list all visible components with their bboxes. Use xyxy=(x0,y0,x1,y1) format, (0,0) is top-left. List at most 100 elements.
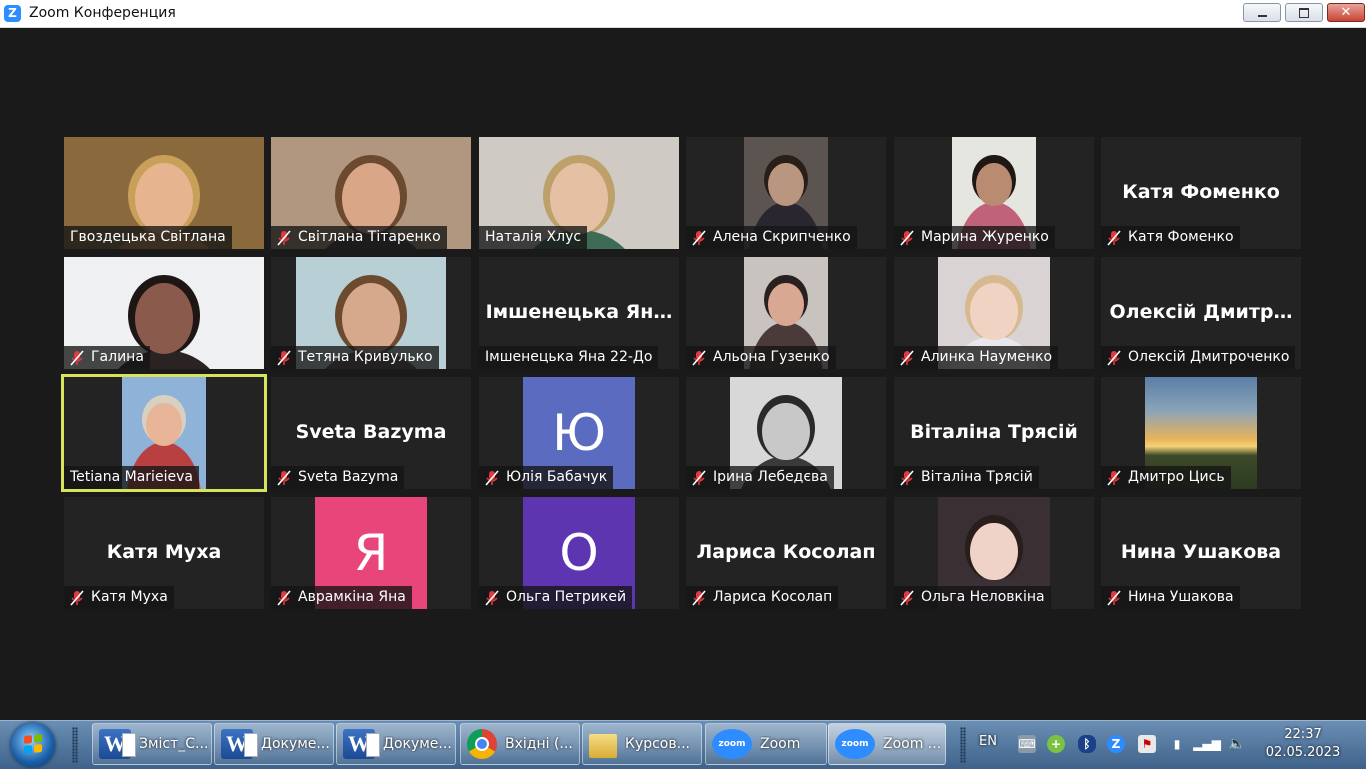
participant-name-tag: Імшенецька Яна 22-До xyxy=(479,346,659,369)
muted-mic-icon xyxy=(485,589,499,606)
participant-tile[interactable]: Віталіна Трясій Віталіна Трясій xyxy=(894,377,1094,489)
muted-mic-icon xyxy=(1107,589,1121,606)
taskbar-button-label: Zoom ... xyxy=(883,736,942,752)
taskbar-button[interactable]: Курсов... xyxy=(582,723,702,765)
participant-tile[interactable]: Тетяна Кривулько xyxy=(271,257,471,369)
participant-display-name: Імшенецька Ян… xyxy=(485,301,673,323)
participant-tile[interactable]: Гвоздецька Світлана xyxy=(64,137,264,249)
participant-tile[interactable]: Лариса Косолап Лариса Косолап xyxy=(686,497,886,609)
minimize-button[interactable] xyxy=(1243,3,1281,22)
participant-tile[interactable]: Імшенецька Ян… Імшенецька Яна 22-До xyxy=(479,257,679,369)
keyboard-icon[interactable]: ⌨ xyxy=(1018,735,1036,753)
muted-mic-icon xyxy=(900,469,914,486)
taskbar-button-label: Zoom xyxy=(760,736,801,752)
face-shape xyxy=(342,283,400,354)
face-shape xyxy=(135,163,193,234)
participant-tile[interactable]: Світлана Тітаренко xyxy=(271,137,471,249)
taskbar-button[interactable]: W Докуме... xyxy=(214,723,334,765)
face-shape xyxy=(146,403,182,447)
participant-tile[interactable]: Sveta Bazyma Sveta Bazyma xyxy=(271,377,471,489)
participant-tile[interactable]: Наталія Хлус xyxy=(479,137,679,249)
taskbar-grip[interactable] xyxy=(72,727,78,763)
taskbar: W Зміст_С... W Докуме... W Докуме... Вхідні (.… xyxy=(0,720,1366,769)
participant-name: Ольга Неловкіна xyxy=(921,589,1045,605)
participant-tile[interactable]: Ірина Лебедєва xyxy=(686,377,886,489)
muted-mic-icon xyxy=(692,589,706,606)
zoom-icon: zoom xyxy=(835,729,875,759)
muted-mic-icon xyxy=(70,349,84,366)
window-title: Zoom Конференция xyxy=(29,5,176,21)
participant-tile[interactable]: Алена Скрипченко xyxy=(686,137,886,249)
participant-name: Sveta Bazyma xyxy=(298,469,399,485)
participant-tile[interactable]: О Ольга Петрикей xyxy=(479,497,679,609)
volume-icon[interactable]: 🔈 xyxy=(1228,735,1246,753)
taskbar-button[interactable]: W Докуме... xyxy=(336,723,456,765)
action-center-icon[interactable]: ⚑ xyxy=(1138,735,1156,753)
maximize-icon xyxy=(1299,7,1309,18)
participant-tile[interactable]: Олексій Дмитр… Олексій Дмитроченко xyxy=(1101,257,1301,369)
participant-name: Лариса Косолап xyxy=(713,589,833,605)
participant-tile[interactable]: Нина Ушакова Нина Ушакова xyxy=(1101,497,1301,609)
power-icon[interactable]: ▮ xyxy=(1168,735,1186,753)
participant-name: Тетяна Кривулько xyxy=(298,349,433,365)
tray-grip[interactable] xyxy=(960,727,966,763)
word-icon: W xyxy=(99,729,136,759)
muted-mic-icon xyxy=(277,589,291,606)
face-shape xyxy=(768,283,804,327)
participant-display-name: Олексій Дмитр… xyxy=(1109,301,1293,323)
muted-mic-icon xyxy=(1107,349,1121,366)
zoom-tray-icon[interactable]: Z xyxy=(1107,735,1125,753)
participant-tile[interactable]: Я Аврамкіна Яна xyxy=(271,497,471,609)
participant-tile[interactable]: Марина Журенко xyxy=(894,137,1094,249)
participant-display-name: Лариса Косолап xyxy=(696,541,876,563)
taskbar-button[interactable]: Вхідні (... xyxy=(460,723,580,765)
language-indicator[interactable]: EN xyxy=(979,734,997,749)
taskbar-button[interactable]: W Зміст_С... xyxy=(92,723,212,765)
participant-name: Катя Муха xyxy=(91,589,168,605)
participant-tile[interactable]: Галина xyxy=(64,257,264,369)
participant-tile[interactable]: Катя Фоменко Катя Фоменко xyxy=(1101,137,1301,249)
participant-name-tag: Світлана Тітаренко xyxy=(271,226,447,249)
participant-tile[interactable]: Алинка Науменко xyxy=(894,257,1094,369)
participant-name-tag: Ірина Лебедєва xyxy=(686,466,834,489)
muted-mic-icon xyxy=(692,229,706,246)
signal-icon[interactable]: ▂▄▆ xyxy=(1193,735,1221,753)
close-button[interactable]: ✕ xyxy=(1327,3,1365,22)
taskbar-button-label: Докуме... xyxy=(383,736,452,752)
face-shape xyxy=(762,403,810,461)
taskbar-button[interactable]: zoom Zoom xyxy=(705,723,827,765)
clock[interactable]: 22:37 02.05.2023 xyxy=(1258,726,1348,762)
face-shape xyxy=(970,283,1018,341)
participant-name: Гвоздецька Світлана xyxy=(70,229,226,245)
taskbar-button[interactable]: zoom Zoom ... xyxy=(828,723,946,765)
network-sync-icon[interactable]: + xyxy=(1047,735,1065,753)
participant-display-name: Нина Ушакова xyxy=(1120,541,1282,563)
face-shape xyxy=(135,283,193,354)
participant-name-tag: Галина xyxy=(64,346,150,369)
participant-display-name: Sveta Bazyma xyxy=(295,421,447,443)
participant-tile[interactable]: Ю Юлія Бабачук xyxy=(479,377,679,489)
participant-tile[interactable]: Tetiana Marieieva xyxy=(61,374,267,492)
participant-tile[interactable]: Альона Гузенко xyxy=(686,257,886,369)
participant-name: Ірина Лебедєва xyxy=(713,469,828,485)
participant-name-tag: Альона Гузенко xyxy=(686,346,836,369)
participant-tile[interactable]: Дмитро Цись xyxy=(1101,377,1301,489)
bluetooth-icon[interactable]: ᛒ xyxy=(1078,735,1096,753)
windows-logo-icon xyxy=(24,734,42,754)
participant-name: Наталія Хлус xyxy=(485,229,582,245)
participant-name: Галина xyxy=(91,349,144,365)
start-button[interactable] xyxy=(11,723,55,767)
clock-date: 02.05.2023 xyxy=(1265,745,1341,760)
participant-tile[interactable]: Ольга Неловкіна xyxy=(894,497,1094,609)
muted-mic-icon xyxy=(485,469,499,486)
participant-tile[interactable]: Катя Муха Катя Муха xyxy=(64,497,264,609)
participant-name-tag: Юлія Бабачук xyxy=(479,466,614,489)
title-bar: Z Zoom Конференция ✕ xyxy=(0,0,1366,28)
muted-mic-icon xyxy=(70,589,84,606)
participant-name-tag: Алинка Науменко xyxy=(894,346,1059,369)
zoom-icon: zoom xyxy=(712,729,752,759)
participant-name-tag: Гвоздецька Світлана xyxy=(64,226,232,249)
participant-name-tag: Катя Фоменко xyxy=(1101,226,1240,249)
maximize-button[interactable] xyxy=(1285,3,1323,22)
participant-name: Tetiana Marieieva xyxy=(70,469,193,485)
